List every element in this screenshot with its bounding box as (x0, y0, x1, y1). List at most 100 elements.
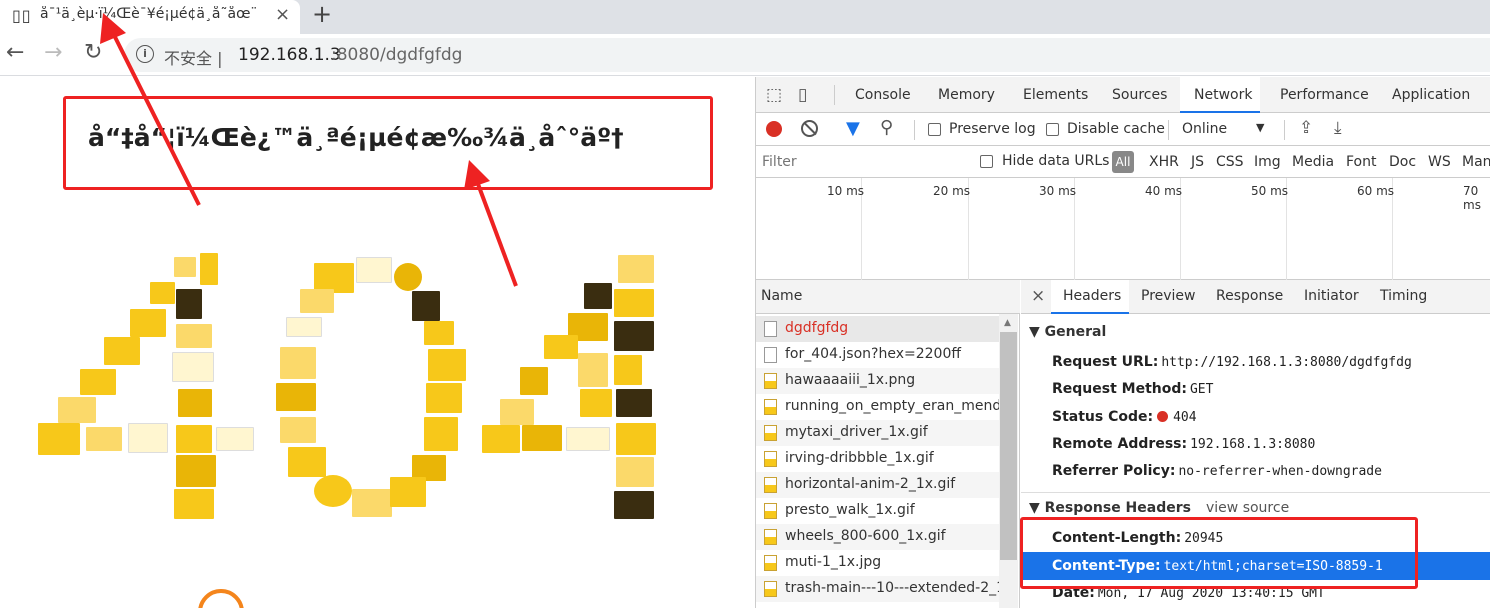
filter-ws[interactable]: WS (1428, 154, 1451, 170)
dribbble-shot-tile (104, 337, 140, 365)
name-column-label: Name (761, 288, 803, 304)
inspect-element-icon[interactable]: ⬚ (766, 85, 782, 105)
filter-img[interactable]: Img (1254, 154, 1281, 170)
tab-preview[interactable]: Preview (1141, 288, 1196, 304)
tab-memory[interactable]: Memory (938, 87, 995, 103)
annotation-box-headers (1020, 517, 1418, 589)
filter-doc[interactable]: Doc (1389, 154, 1416, 170)
scrollbar-thumb[interactable] (1000, 332, 1017, 560)
filter-manifest[interactable]: Manifest (1462, 154, 1490, 170)
header-row: Referrer Policy: no-referrer-when-downgra… (1052, 463, 1382, 479)
timeline-tick-label: 50 ms (1251, 184, 1289, 198)
preserve-log-checkbox[interactable] (928, 123, 941, 136)
tab-response[interactable]: Response (1216, 288, 1283, 304)
url-host[interactable]: 192.168.1.3 (238, 45, 341, 65)
clear-button[interactable] (801, 120, 818, 137)
security-label[interactable]: 不安全 | (164, 45, 222, 69)
search-icon[interactable]: ⚲ (880, 117, 893, 138)
throttling-select[interactable]: Online (1182, 121, 1227, 137)
tab-timing[interactable]: Timing (1380, 288, 1427, 304)
general-section-toggle[interactable]: ▼ General (1029, 324, 1106, 340)
dribbble-shot-tile (394, 263, 422, 291)
response-headers-toggle[interactable]: ▼ Response Headers (1029, 500, 1191, 516)
request-name: hawaaaaiii_1x.png (785, 372, 916, 388)
toolbar-divider (1168, 120, 1169, 140)
name-column-header[interactable]: Name (756, 280, 1020, 314)
filter-font[interactable]: Font (1346, 154, 1376, 170)
record-button[interactable] (766, 121, 782, 137)
tab-elements[interactable]: Elements (1023, 87, 1088, 103)
toolbar-divider (914, 120, 915, 140)
request-row[interactable]: for_404.json?hex=2200ff (756, 342, 999, 368)
request-name: dgdfgfdg (785, 320, 849, 336)
request-row[interactable]: muti-1_1x.jpg (756, 550, 999, 576)
dribbble-shot-tile (216, 427, 254, 451)
view-source-link[interactable]: view source (1206, 500, 1289, 516)
dribbble-shot-tile (580, 389, 612, 417)
tab-console[interactable]: Console (855, 87, 911, 103)
filter-input[interactable] (758, 150, 963, 174)
hide-data-urls-checkbox[interactable] (980, 155, 993, 168)
request-name: muti-1_1x.jpg (785, 554, 882, 570)
filter-xhr[interactable]: XHR (1149, 154, 1179, 170)
network-timeline: 10 ms 20 ms 30 ms 40 ms 50 ms 60 ms 70 m… (756, 178, 1490, 280)
disable-cache-label: Disable cache (1067, 121, 1165, 137)
dribbble-shot-tile (352, 489, 392, 517)
request-row[interactable]: horizontal-anim-2_1x.gif (756, 472, 999, 498)
page-favicon-icon: ▯▯ (12, 6, 32, 25)
dribbble-shot-tile (428, 349, 466, 381)
request-row[interactable]: mytaxi_driver_1x.gif (756, 420, 999, 446)
import-har-icon[interactable]: ⇪ (1299, 118, 1313, 138)
request-row[interactable]: dgdfgfdg (756, 316, 999, 342)
browser-tab[interactable]: ▯▯ å¯¹ä¸èµ·ï¼Œè¯¥é¡µé¢ä¸å­˜åœ¨ × (0, 0, 300, 34)
document-icon (764, 347, 777, 363)
dribbble-shot-tile (178, 389, 212, 417)
export-har-icon[interactable]: ⤓ (1334, 118, 1342, 138)
image-file-icon (764, 425, 777, 441)
request-row[interactable]: trash-main---10---extended-2_1x.gif (756, 576, 999, 602)
forward-button[interactable]: → (44, 40, 62, 65)
filter-all-chip[interactable]: All (1112, 151, 1134, 173)
address-bar[interactable]: i 不安全 | 192.168.1.3 :8080/dgdfgfdg (124, 38, 1490, 72)
back-button[interactable]: ← (6, 40, 24, 65)
filter-js[interactable]: JS (1191, 154, 1204, 170)
site-info-icon[interactable]: i (136, 45, 154, 63)
new-tab-button[interactable]: + (312, 0, 332, 28)
image-file-icon (764, 529, 777, 545)
tab-headers-active[interactable]: Headers (1051, 280, 1129, 314)
request-name: horizontal-anim-2_1x.gif (785, 476, 956, 492)
header-key: Request Method: (1052, 381, 1187, 397)
tab-application[interactable]: Application (1392, 87, 1470, 103)
request-row[interactable]: running_on_empty_eran_mendel_1x.gif (756, 394, 999, 420)
header-value: 192.168.1.3:8080 (1190, 437, 1316, 452)
dribbble-shot-tile (80, 369, 116, 395)
close-detail-icon[interactable]: × (1031, 286, 1045, 306)
filter-icon[interactable]: ▼ (846, 118, 860, 139)
tab-headers[interactable]: Headers (1063, 288, 1121, 304)
close-tab-icon[interactable]: × (275, 4, 290, 25)
request-row[interactable]: irving-dribbble_1x.gif (756, 446, 999, 472)
dribbble-shot-tile (618, 255, 654, 283)
dribbble-shot-tile (280, 417, 316, 443)
timeline-tick-label: 60 ms (1357, 184, 1395, 198)
tab-network[interactable]: Network (1194, 87, 1252, 103)
throttling-dropdown-icon[interactable]: ▼ (1256, 121, 1264, 134)
request-row[interactable]: wheels_800-600_1x.gif (756, 524, 999, 550)
dribbble-shot-tile (86, 427, 122, 451)
filter-media[interactable]: Media (1292, 154, 1334, 170)
tab-network-active[interactable]: Network (1180, 77, 1260, 113)
tab-sources[interactable]: Sources (1112, 87, 1167, 103)
dribbble-shot-tile (616, 457, 654, 487)
device-toolbar-icon[interactable]: ▯ (798, 85, 807, 105)
tab-performance[interactable]: Performance (1280, 87, 1369, 103)
url-path[interactable]: :8080/dgdfgfdg (331, 45, 462, 65)
filter-css[interactable]: CSS (1216, 154, 1244, 170)
dribbble-shot-tile (300, 289, 334, 313)
scroll-up-icon[interactable]: ▲ (1004, 318, 1011, 328)
tab-initiator[interactable]: Initiator (1304, 288, 1359, 304)
disable-cache-checkbox[interactable] (1046, 123, 1059, 136)
request-row[interactable]: presto_walk_1x.gif (756, 498, 999, 524)
reload-button[interactable]: ↻ (84, 40, 102, 65)
dribbble-shot-tile (172, 352, 214, 382)
request-row[interactable]: hawaaaaiii_1x.png (756, 368, 999, 394)
